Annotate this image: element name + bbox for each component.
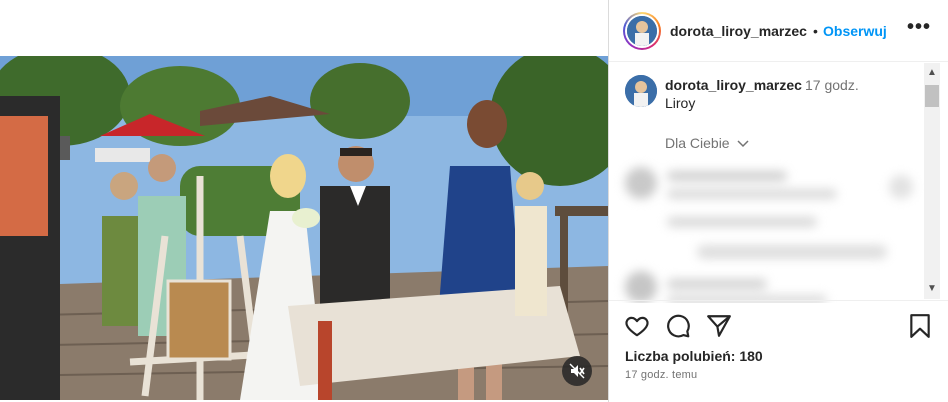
- follow-button[interactable]: Obserwuj: [823, 23, 887, 39]
- wedding-scene-image: [0, 56, 608, 400]
- bookmark-icon[interactable]: [907, 313, 933, 339]
- blurred-comments: [609, 159, 931, 303]
- header-separator: •: [813, 23, 818, 39]
- post-actions: Liczba polubień: 180 17 godz. temu: [609, 300, 948, 402]
- comment-icon[interactable]: [665, 313, 691, 339]
- profile-avatar[interactable]: [623, 12, 661, 50]
- header-username[interactable]: dorota_liroy_marzec: [670, 23, 807, 39]
- more-options-button[interactable]: •••: [907, 16, 931, 39]
- caption-avatar[interactable]: [625, 75, 657, 107]
- comment-filter-label: Dla Ciebie: [665, 135, 730, 151]
- caption-text: Liroy: [665, 95, 696, 111]
- caption-time: 17 godz.: [805, 77, 859, 93]
- likes-count[interactable]: Liczba polubień: 180: [625, 348, 763, 364]
- comment-filter-dropdown[interactable]: Dla Ciebie: [665, 135, 750, 151]
- avatar-image: [625, 75, 657, 107]
- post-video[interactable]: [0, 56, 608, 400]
- post-side-panel: dorota_liroy_marzec • Obserwuj ••• dorot…: [608, 0, 948, 402]
- chevron-down-icon: [737, 140, 750, 148]
- instagram-post-frame: dorota_liroy_marzec • Obserwuj ••• dorot…: [0, 0, 948, 402]
- post-timestamp: 17 godz. temu: [625, 369, 698, 381]
- caption-username[interactable]: dorota_liroy_marzec: [665, 77, 802, 93]
- comments-section: dorota_liroy_marzec 17 godz. Liroy Dla C…: [609, 63, 931, 303]
- speaker-muted-icon: [569, 363, 585, 379]
- scroll-down-arrow-icon[interactable]: ▼: [926, 283, 938, 295]
- comments-scrollbar[interactable]: ▲ ▼: [924, 63, 940, 299]
- avatar-image: [627, 16, 657, 46]
- scrollbar-thumb[interactable]: [925, 85, 939, 107]
- mute-button[interactable]: [562, 356, 592, 386]
- post-header: dorota_liroy_marzec • Obserwuj •••: [609, 0, 948, 62]
- paper-plane-icon[interactable]: [706, 313, 732, 339]
- heart-icon[interactable]: [624, 313, 650, 339]
- scroll-up-arrow-icon[interactable]: ▲: [926, 67, 938, 79]
